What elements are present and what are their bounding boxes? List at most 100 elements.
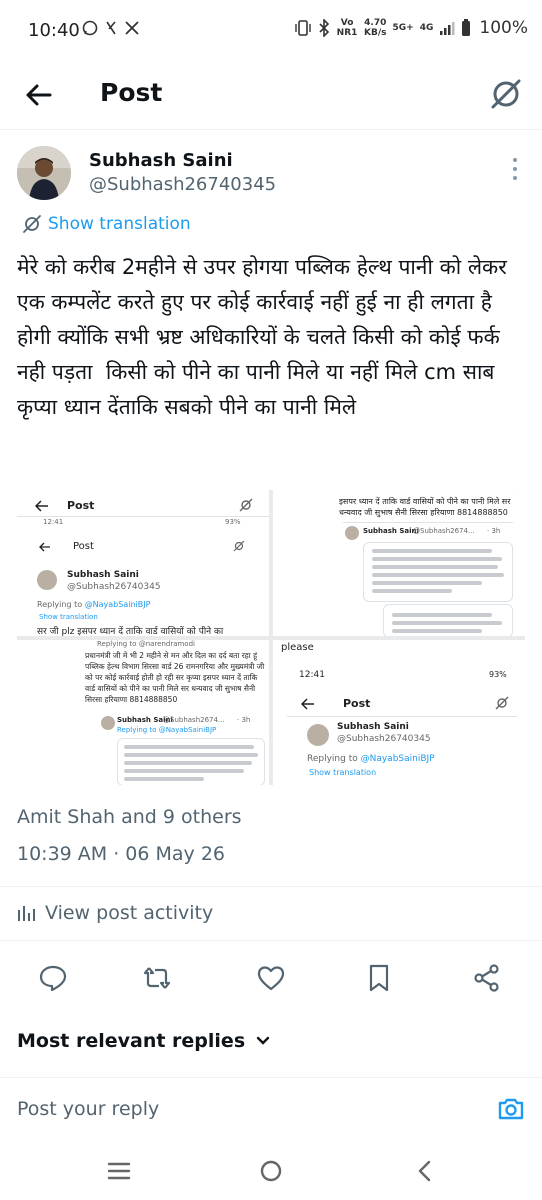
like-button[interactable] <box>256 963 286 993</box>
screenshot-replying: Replying to @narendramodi <box>97 640 195 648</box>
divider <box>0 886 542 887</box>
text-line <box>372 589 452 593</box>
screenshot-battery: 93% <box>489 670 507 679</box>
screenshot-replying: Replying to @NayabSainiBJP <box>307 754 435 764</box>
reply-sort-dropdown[interactable]: Most relevant replies <box>17 1030 271 1052</box>
share-button[interactable] <box>472 963 502 993</box>
author-name[interactable]: Subhash Saini <box>89 150 233 171</box>
screenshot-header: Post <box>67 499 95 512</box>
status-time: 10:40 <box>28 20 80 41</box>
screenshot-translate: Show translation <box>39 613 98 621</box>
screenshot-time: 12:41 <box>43 518 64 526</box>
camera-button[interactable] <box>496 1094 526 1124</box>
bookmark-button[interactable] <box>364 963 394 993</box>
dot <box>513 167 517 171</box>
avatar <box>307 724 329 746</box>
chevron-down-icon <box>256 1036 270 1045</box>
screenshot-handle: @Subhash2674... <box>163 716 225 724</box>
media-image-3[interactable]: Replying to @narendramodi प्रधानमंत्री ज… <box>17 640 269 785</box>
screenshot-handle: @Subhash26740345 <box>67 582 161 592</box>
avatar <box>37 570 57 590</box>
divider <box>0 940 542 941</box>
screenshot-header: Post <box>343 697 371 710</box>
screenshot-replying: Replying to @NayabSainiBJP <box>37 600 151 609</box>
author-avatar[interactable] <box>17 146 71 200</box>
text-line <box>124 753 258 757</box>
page-title: Post <box>100 78 163 107</box>
grok-icon <box>491 79 521 109</box>
notification-icons <box>82 20 140 36</box>
top-app-bar: Post <box>0 64 542 130</box>
sort-label: Most relevant replies <box>17 1030 246 1052</box>
activity-label: View post activity <box>45 902 214 924</box>
avatar <box>345 526 359 540</box>
screenshot-text: please <box>281 642 314 653</box>
grok-icon <box>239 498 253 512</box>
missed-call-icon <box>106 21 116 35</box>
reply-icon <box>39 965 67 992</box>
text-line <box>372 581 482 585</box>
back-icon <box>418 1160 431 1182</box>
show-translation-link[interactable]: Show translation <box>22 214 191 234</box>
home-button[interactable] <box>258 1158 284 1184</box>
reply-composer: Post your reply <box>0 1077 542 1139</box>
share-icon <box>474 964 499 992</box>
analytics-icon <box>18 906 35 921</box>
dot <box>513 158 517 162</box>
avatar <box>101 716 115 730</box>
system-nav-bar <box>0 1140 542 1200</box>
signal-5g: 5G+ <box>392 23 414 33</box>
recents-button[interactable] <box>106 1158 132 1184</box>
author-handle[interactable]: @Subhash26740345 <box>89 174 276 195</box>
whatsapp-icon <box>82 20 98 36</box>
screenshot-handle: @Subhash2674... <box>413 527 475 535</box>
back-button[interactable] <box>22 78 56 112</box>
screenshot-name: Subhash Saini <box>337 722 409 732</box>
text-line <box>124 761 252 765</box>
action-bar <box>0 955 542 1001</box>
text-line <box>372 573 504 577</box>
media-image-4[interactable]: please 12:41 93% Post Subhash Saini @Sub… <box>273 640 525 785</box>
system-back-button[interactable] <box>412 1158 438 1184</box>
system-indicators: Vo NR1 4.70 KB/s 5G+ 4G 100% <box>294 18 528 38</box>
grok-icon <box>23 215 41 233</box>
screenshot-time: 12:41 <box>299 670 325 680</box>
grok-icon <box>495 696 509 710</box>
avatar-image <box>17 146 71 200</box>
network-speed: 4.70 KB/s <box>364 18 387 38</box>
screenshot-name: Subhash Saini <box>67 570 139 580</box>
camera-icon <box>498 1098 524 1120</box>
text-line <box>372 549 492 553</box>
grok-button[interactable] <box>488 76 524 112</box>
quote-box <box>383 604 513 636</box>
screenshot-text: इसपर ध्यान दें ताकि वार्ड वासियों को पीन… <box>339 497 511 517</box>
like-icon <box>257 966 285 991</box>
signal-4g: 4G <box>419 23 434 33</box>
reply-input[interactable]: Post your reply <box>17 1098 159 1120</box>
repost-icon <box>143 967 171 989</box>
reply-button[interactable] <box>38 963 68 993</box>
battery-icon <box>462 19 471 36</box>
status-bar: 10:40 Vo NR1 4.70 KB/s 5G+ 4G 100% <box>0 0 542 64</box>
text-line <box>124 745 254 749</box>
media-image-2[interactable]: इसपर ध्यान दें ताकि वार्ड वासियों को पीन… <box>273 490 525 636</box>
repost-button[interactable] <box>142 963 172 993</box>
x-icon <box>125 21 139 35</box>
screenshot-name: Subhash Saini <box>363 527 419 535</box>
arrow-left-icon <box>301 698 314 710</box>
media-image-1[interactable]: Post 12:41 93% Post Subhash Saini @Subha… <box>17 490 269 636</box>
liked-by-text[interactable]: Amit Shah and 9 others <box>17 806 242 828</box>
quote-box <box>117 738 265 785</box>
view-activity-link[interactable]: View post activity <box>17 902 213 924</box>
arrow-left-icon <box>39 542 50 552</box>
more-options-button[interactable] <box>510 158 520 180</box>
quote-box <box>363 542 513 602</box>
battery-percent: 100% <box>479 18 528 38</box>
screenshot-replying-2: Replying to @NayabSainiBJP <box>117 726 217 734</box>
media-grid: Post 12:41 93% Post Subhash Saini @Subha… <box>17 490 525 785</box>
vibrate-icon <box>295 20 311 36</box>
text-line <box>372 557 502 561</box>
translation-label: Show translation <box>48 214 191 234</box>
screenshot-text: सर जी plz इसपर ध्यान दें ताकि वार्ड वासि… <box>37 627 224 636</box>
text-line <box>372 565 498 569</box>
